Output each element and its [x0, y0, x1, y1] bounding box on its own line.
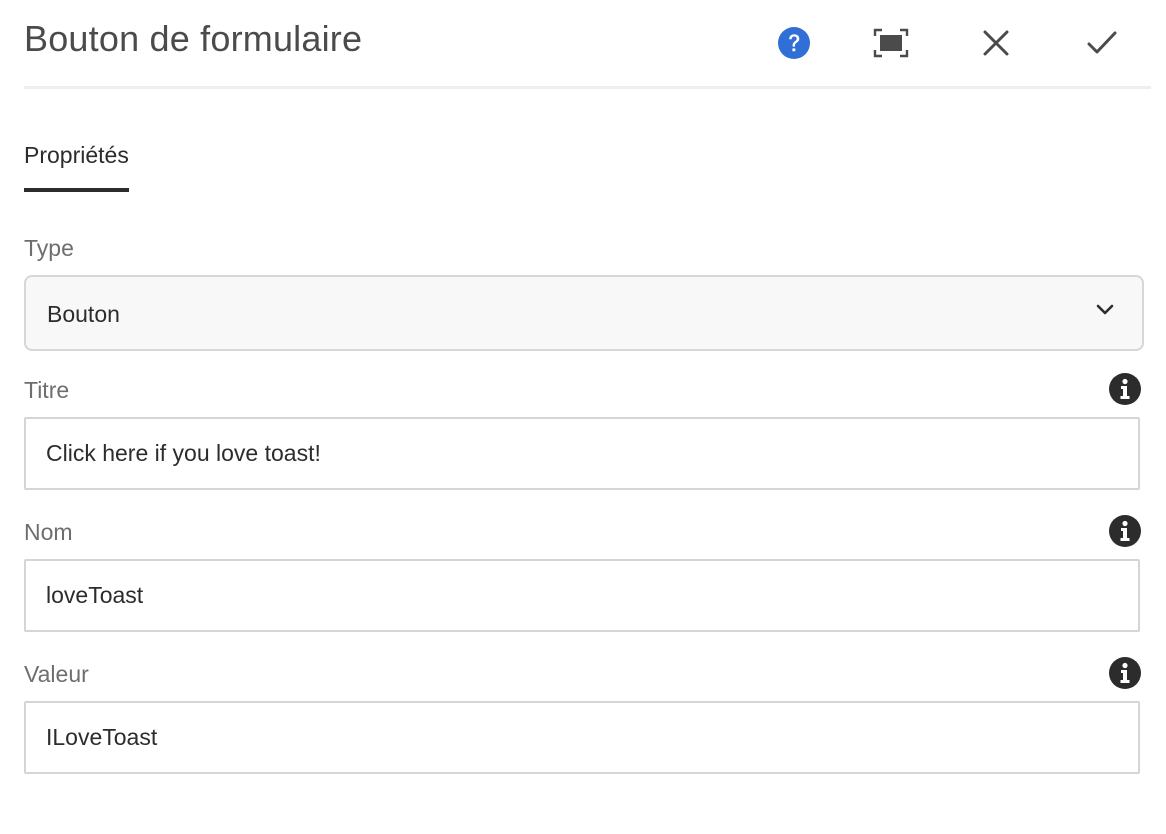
tab-selected-indicator	[24, 188, 129, 192]
name-input[interactable]	[24, 559, 1140, 632]
tab-list: Propriétés	[24, 120, 129, 192]
close-icon	[983, 30, 1009, 56]
question-circle-icon	[777, 26, 811, 60]
tab-properties-label: Propriétés	[24, 142, 129, 168]
type-select-value: Bouton	[47, 301, 120, 327]
fullscreen-icon	[873, 28, 909, 58]
name-label: Nom	[24, 519, 73, 545]
fullscreen-button[interactable]	[868, 20, 914, 66]
title-label: Titre	[24, 377, 70, 403]
value-input[interactable]	[24, 701, 1140, 774]
title-input[interactable]	[24, 417, 1140, 490]
chevron-down-icon	[1096, 304, 1114, 316]
tab-properties[interactable]: Propriétés	[24, 120, 129, 192]
type-select[interactable]: Bouton	[24, 275, 1144, 351]
close-button[interactable]	[973, 20, 1019, 66]
dialog-header: Bouton de formulaire	[24, 0, 1151, 89]
dialog-title: Bouton de formulaire	[24, 18, 363, 59]
checkmark-icon	[1087, 30, 1117, 56]
help-button[interactable]	[771, 20, 817, 66]
form-button-dialog: Bouton de formulaire Propriétés Type Bou…	[0, 0, 1166, 834]
info-icon[interactable]	[1108, 656, 1142, 690]
type-label: Type	[24, 235, 74, 261]
done-button[interactable]	[1079, 20, 1125, 66]
info-icon[interactable]	[1108, 514, 1142, 548]
value-label: Valeur	[24, 661, 89, 687]
info-icon[interactable]	[1108, 372, 1142, 406]
